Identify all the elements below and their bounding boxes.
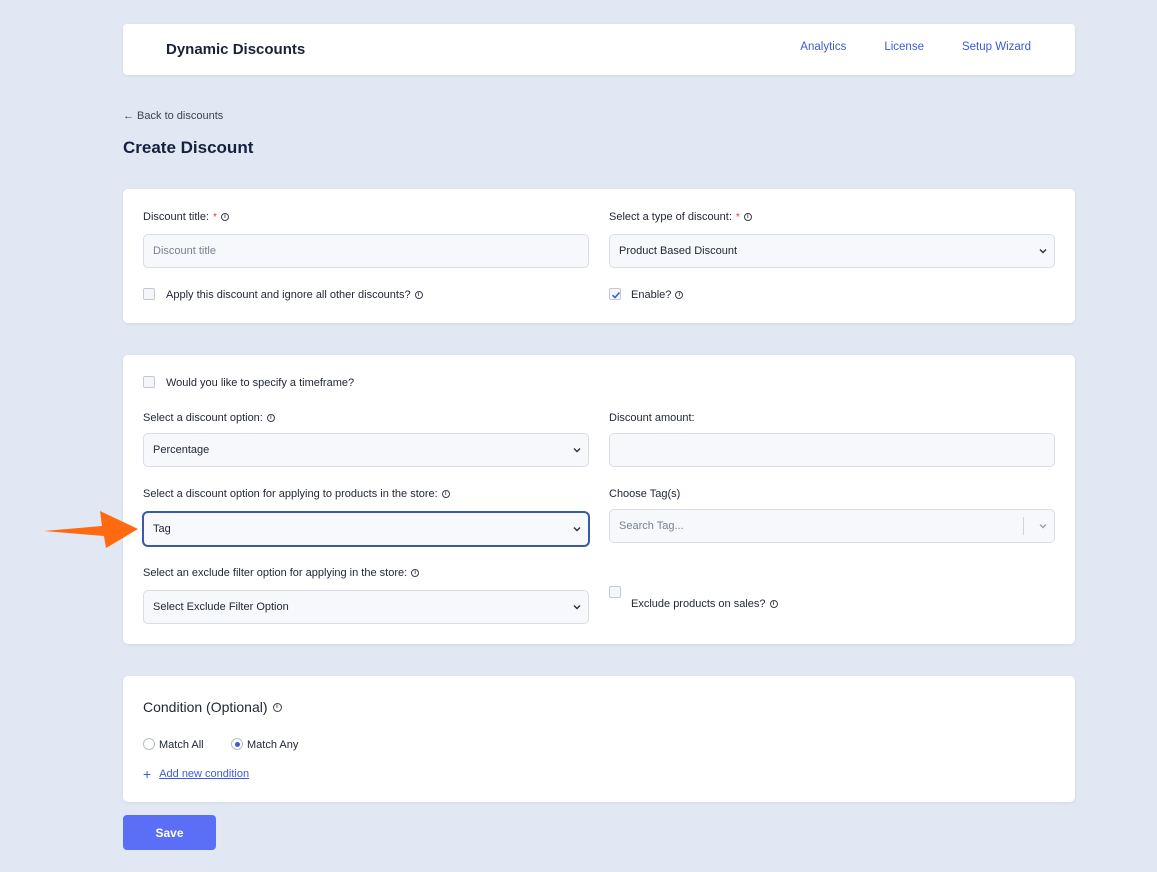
info-icon: i — [411, 569, 420, 577]
discount-option-select[interactable]: Percentage — [143, 433, 589, 467]
chevron-down-icon — [573, 605, 581, 610]
enable-checkbox[interactable] — [609, 288, 621, 300]
match-all-radio[interactable] — [143, 738, 155, 750]
timeframe-checkbox[interactable] — [143, 376, 155, 388]
chevron-down-icon — [573, 527, 581, 532]
info-icon: i — [743, 213, 752, 221]
nav-link-license[interactable]: License — [884, 41, 924, 53]
nav-link-analytics[interactable]: Analytics — [800, 41, 846, 53]
discount-option-label-text: Select a discount option: — [143, 412, 263, 424]
discount-type-select[interactable]: Product Based Discount — [609, 234, 1055, 268]
info-icon: i — [441, 490, 450, 498]
page-title: Create Discount — [123, 138, 254, 157]
timeframe-label: Would you like to specify a timeframe? — [166, 377, 354, 389]
discount-option-label: Select a discount option: i — [143, 412, 275, 424]
info-icon: i — [414, 291, 423, 299]
info-icon: i — [769, 600, 778, 608]
info-icon: i — [272, 702, 282, 712]
chevron-down-icon — [1039, 249, 1047, 254]
add-new-condition-text: Add new condition — [159, 768, 250, 780]
discount-type-label: Select a type of discount: * i — [609, 211, 752, 223]
exclude-sales-label: Exclude products on sales? i — [631, 598, 778, 610]
condition-card: Condition (Optional) i Match All Match A… — [123, 676, 1075, 802]
app-title: Dynamic Discounts — [166, 41, 306, 58]
discount-amount-field[interactable] — [609, 433, 1055, 467]
annotation-arrow-icon — [44, 511, 138, 548]
ignore-other-discounts-label: Apply this discount and ignore all other… — [166, 289, 423, 301]
match-any-label: Match Any — [247, 739, 299, 751]
info-icon: i — [266, 414, 275, 422]
add-new-condition-link[interactable]: + Add new condition — [143, 767, 249, 781]
discount-title-input[interactable] — [153, 245, 588, 257]
apply-option-label-text: Select a discount option for applying to… — [143, 488, 438, 500]
ignore-other-discounts-label-text: Apply this discount and ignore all other… — [166, 289, 411, 301]
chevron-down-icon — [1039, 524, 1047, 529]
select-separator — [1023, 517, 1024, 535]
discount-amount-label-text: Discount amount: — [609, 412, 695, 424]
required-marker: * — [735, 211, 740, 223]
apply-option-value: Tag — [153, 523, 171, 535]
plus-icon: + — [143, 766, 152, 782]
apply-option-label: Select a discount option for applying to… — [143, 488, 450, 500]
discount-type-value: Product Based Discount — [619, 245, 738, 257]
discount-amount-input[interactable] — [619, 444, 1054, 456]
choose-tags-label-text: Choose Tag(s) — [609, 488, 681, 500]
save-button[interactable]: Save — [123, 815, 216, 850]
tag-search-select[interactable]: Search Tag... — [609, 509, 1055, 543]
timeframe-label-text: Would you like to specify a timeframe? — [166, 377, 355, 389]
choose-tags-label: Choose Tag(s) — [609, 488, 680, 500]
exclude-filter-label-text: Select an exclude filter option for appl… — [143, 567, 408, 579]
discount-title-label-text: Discount title: — [143, 211, 210, 223]
back-to-discounts-link[interactable]: ← Back to discounts — [123, 110, 223, 122]
discount-title-label: Discount title: * i — [143, 211, 229, 223]
condition-title: Condition (Optional) i — [143, 699, 282, 715]
ignore-other-discounts-checkbox[interactable] — [143, 288, 155, 300]
exclude-filter-label: Select an exclude filter option for appl… — [143, 567, 420, 579]
discount-option-value: Percentage — [153, 444, 210, 456]
exclude-sales-label-text: Exclude products on sales? — [631, 598, 766, 610]
general-settings-card: Discount title: * i Select a type of dis… — [123, 189, 1075, 323]
enable-label-text: Enable? — [631, 289, 672, 301]
checkmark-icon — [611, 291, 621, 299]
exclude-filter-value: Select Exclude Filter Option — [153, 601, 289, 613]
condition-title-text: Condition (Optional) — [143, 699, 268, 715]
info-icon: i — [675, 291, 684, 299]
enable-label: Enable? i — [631, 289, 684, 301]
apply-option-select[interactable]: Tag — [143, 512, 589, 546]
top-nav: Analytics License Setup Wizard — [800, 41, 1031, 53]
match-all-label: Match All — [159, 739, 204, 751]
chevron-down-icon — [573, 448, 581, 453]
nav-link-setup-wizard[interactable]: Setup Wizard — [962, 41, 1031, 53]
match-any-radio[interactable] — [231, 738, 243, 750]
exclude-filter-select[interactable]: Select Exclude Filter Option — [143, 590, 589, 624]
top-navbar: Dynamic Discounts Analytics License Setu… — [123, 24, 1075, 75]
discount-options-card: Would you like to specify a timeframe? S… — [123, 355, 1075, 644]
discount-type-label-text: Select a type of discount: — [609, 211, 732, 223]
tag-search-placeholder: Search Tag... — [619, 520, 684, 532]
info-icon: i — [220, 213, 229, 221]
required-marker: * — [213, 211, 217, 223]
discount-amount-label: Discount amount: — [609, 412, 695, 424]
discount-title-field[interactable] — [143, 234, 589, 268]
exclude-sales-checkbox[interactable] — [609, 586, 621, 598]
